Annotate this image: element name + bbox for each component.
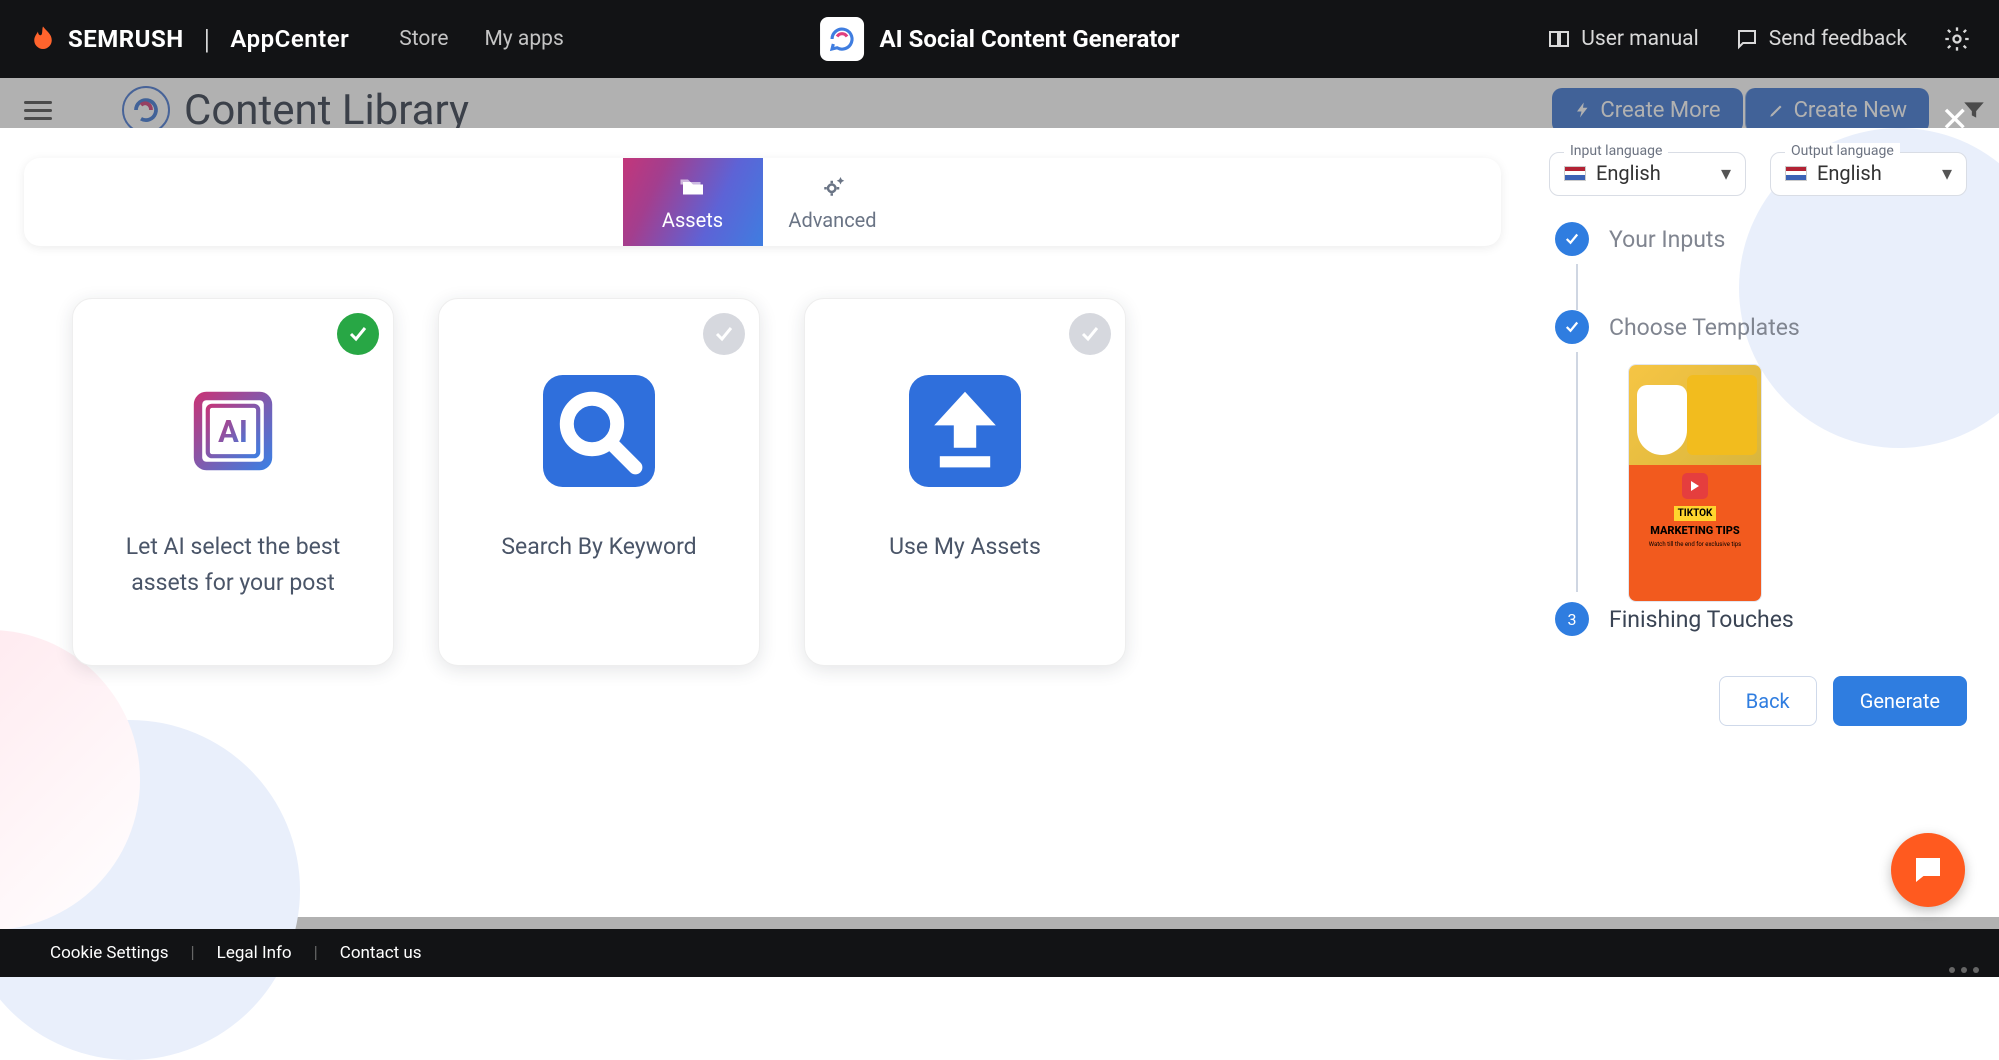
- nav-center-app: AI Social Content Generator: [820, 17, 1180, 61]
- nav-store[interactable]: Store: [399, 27, 448, 51]
- upload-tile-icon: [895, 361, 1035, 501]
- input-language-select[interactable]: Input language English ▾: [1549, 152, 1746, 196]
- nav-myapps[interactable]: My apps: [484, 27, 563, 51]
- card-ai-select[interactable]: AI Let AI select the best assets for you…: [72, 298, 394, 666]
- tab-assets-label: Assets: [662, 208, 723, 232]
- chevron-down-icon: ▾: [1942, 161, 1952, 185]
- book-icon: [1547, 27, 1571, 51]
- tab-advanced-label: Advanced: [788, 208, 876, 232]
- wizard-steps: Your Inputs Choose Templates: [1549, 222, 1967, 636]
- brand-main: SEMRUSH: [68, 25, 184, 53]
- app-title: AI Social Content Generator: [880, 25, 1180, 53]
- modal-left-pane: Assets Advanced AI: [0, 128, 1549, 917]
- generate-button[interactable]: Generate: [1833, 676, 1967, 726]
- output-language-select[interactable]: Output language English ▾: [1770, 152, 1967, 196]
- step-number-bullet: 3: [1555, 602, 1589, 636]
- thumbnail-image: [1629, 365, 1761, 465]
- step-your-inputs[interactable]: Your Inputs: [1555, 222, 1967, 256]
- check-bullet-icon: [1555, 222, 1589, 256]
- card-ai-check-icon: [337, 313, 379, 355]
- thumb-title: MARKETING TIPS: [1635, 525, 1755, 537]
- card-use-label: Use My Assets: [889, 529, 1041, 565]
- search-tile-icon: [529, 361, 669, 501]
- thumb-subtitle: Watch till the end for exclusive tips: [1635, 541, 1755, 548]
- card-ai-label: Let AI select the best assets for your p…: [101, 529, 365, 600]
- top-nav: SEMRUSH | AppCenter Store My apps AI Soc…: [0, 0, 1999, 78]
- ai-chip-icon: AI: [163, 361, 303, 501]
- footer-legal-info[interactable]: Legal Info: [217, 943, 292, 963]
- output-language-value: English: [1817, 161, 1882, 185]
- folder-stack-icon: [678, 172, 708, 202]
- user-manual-link[interactable]: User manual: [1547, 27, 1698, 51]
- footer-contact-us[interactable]: Contact us: [340, 943, 422, 963]
- asset-option-cards: AI Let AI select the best assets for you…: [72, 298, 1501, 666]
- step-3-label: Finishing Touches: [1609, 606, 1794, 633]
- input-language-value: English: [1596, 161, 1661, 185]
- resize-grip-icon: [1949, 967, 1979, 973]
- step-finishing-touches[interactable]: 3 Finishing Touches: [1555, 602, 1967, 636]
- us-flag-icon: [1785, 166, 1807, 181]
- card-search-keyword[interactable]: Search By Keyword: [438, 298, 760, 666]
- comment-icon: [1735, 27, 1759, 51]
- wizard-modal: Assets Advanced AI: [0, 128, 1999, 917]
- template-thumbnail[interactable]: TIKTOK MARKETING TIPS Watch till the end…: [1628, 364, 1762, 602]
- card-search-label: Search By Keyword: [501, 529, 696, 565]
- app-icon: [820, 17, 864, 61]
- us-flag-icon: [1564, 166, 1586, 181]
- chevron-down-icon: ▾: [1721, 161, 1731, 185]
- gear-icon[interactable]: [1943, 25, 1971, 53]
- play-icon: [1682, 473, 1708, 499]
- tabs-bar: Assets Advanced: [24, 158, 1501, 246]
- send-feedback-link[interactable]: Send feedback: [1735, 27, 1907, 51]
- language-selectors: Input language English ▾ Output language…: [1549, 152, 1967, 196]
- footer: Cookie Settings | Legal Info | Contact u…: [0, 929, 1999, 977]
- nav-right: User manual Send feedback: [1547, 25, 1971, 53]
- intercom-chat-button[interactable]: [1891, 833, 1965, 907]
- check-bullet-icon: [1555, 310, 1589, 344]
- chat-swirl-icon: [827, 24, 857, 54]
- thumb-tiktok-badge: TIKTOK: [1674, 506, 1717, 521]
- footer-cookie-settings[interactable]: Cookie Settings: [50, 943, 169, 963]
- step-choose-templates[interactable]: Choose Templates: [1555, 310, 1967, 344]
- card-use-check-icon: [1069, 313, 1111, 355]
- card-search-check-icon: [703, 313, 745, 355]
- step-2-label: Choose Templates: [1609, 314, 1800, 341]
- tab-advanced[interactable]: Advanced: [763, 158, 903, 246]
- semrush-flame-icon: [28, 24, 58, 54]
- user-manual-label: User manual: [1581, 27, 1698, 51]
- brand[interactable]: SEMRUSH | AppCenter: [28, 23, 349, 56]
- svg-text:AI: AI: [218, 413, 248, 450]
- tab-assets[interactable]: Assets: [623, 158, 763, 246]
- nav-links: Store My apps: [399, 27, 564, 51]
- input-language-label: Input language: [1564, 143, 1668, 159]
- back-button[interactable]: Back: [1719, 676, 1817, 726]
- output-language-label: Output language: [1785, 143, 1900, 159]
- close-modal-button[interactable]: ✕: [1941, 100, 1970, 140]
- step-1-label: Your Inputs: [1609, 226, 1725, 253]
- action-buttons: Back Generate: [1549, 676, 1967, 726]
- modal-right-pane: Input language English ▾ Output language…: [1549, 128, 1999, 917]
- chat-bubble-icon: [1910, 852, 1946, 888]
- send-feedback-label: Send feedback: [1769, 27, 1907, 51]
- brand-divider: |: [204, 23, 211, 56]
- brand-sub: AppCenter: [230, 25, 349, 53]
- card-use-my-assets[interactable]: Use My Assets: [804, 298, 1126, 666]
- gear-sparkle-icon: [818, 172, 848, 202]
- step-connector: [1576, 264, 1578, 310]
